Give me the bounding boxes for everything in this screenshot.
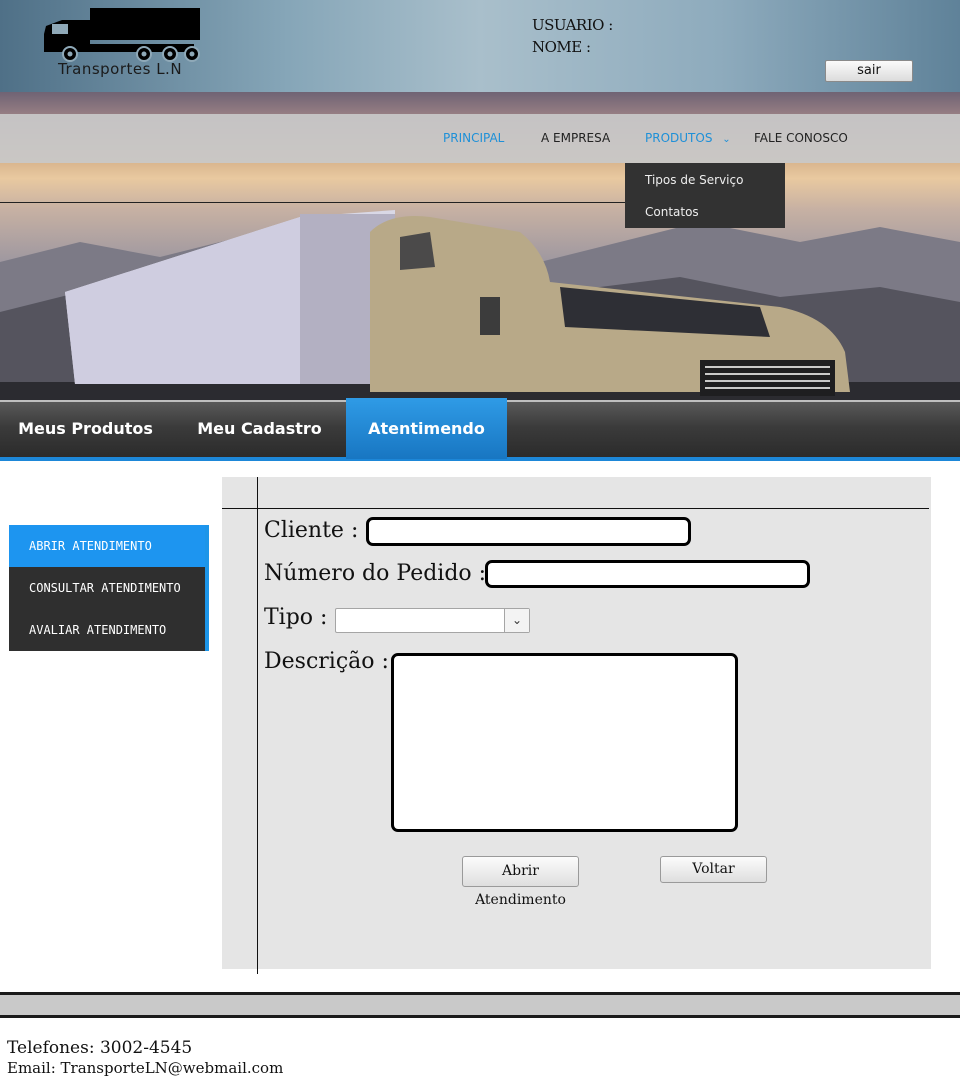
divider bbox=[257, 477, 258, 974]
tipo-label: Tipo : bbox=[264, 605, 328, 630]
tab-meus-produtos[interactable]: Meus Produtos bbox=[8, 400, 163, 457]
chevron-down-icon[interactable]: ⌄ bbox=[504, 609, 529, 632]
nav-fale-conosco[interactable]: FALE CONOSCO bbox=[754, 114, 848, 163]
cliente-input[interactable] bbox=[366, 517, 691, 546]
sidemenu-item-abrir-atendimento[interactable]: ABRIR ATENDIMENTO bbox=[9, 525, 205, 567]
dropdown-item-tipos-de-servico[interactable]: Tipos de Serviço bbox=[645, 173, 743, 187]
divider bbox=[0, 202, 625, 203]
abrir-atendimento-button[interactable]: Abrir Atendimento bbox=[462, 856, 579, 908]
tab-meu-cadastro[interactable]: Meu Cadastro bbox=[182, 400, 337, 457]
descricao-textarea[interactable] bbox=[391, 653, 738, 832]
dropdown-item-contatos[interactable]: Contatos bbox=[645, 205, 699, 219]
divider bbox=[222, 508, 929, 509]
side-menu: ABRIR ATENDIMENTO CONSULTAR ATENDIMENTO … bbox=[9, 525, 209, 651]
voltar-button[interactable]: Voltar bbox=[660, 856, 767, 883]
nav-produtos[interactable]: PRODUTOS ⌄ bbox=[645, 114, 731, 163]
name-label: NOME : bbox=[532, 38, 591, 56]
logout-button[interactable]: sair bbox=[825, 60, 913, 82]
cliente-label: Cliente : bbox=[264, 518, 359, 543]
sidemenu-item-avaliar-atendimento[interactable]: AVALIAR ATENDIMENTO bbox=[9, 609, 205, 651]
top-navigation: PRINCIPAL A EMPRESA PRODUTOS ⌄ FALE CONO… bbox=[0, 114, 960, 163]
footer-phones: Telefones: 3002-4545 bbox=[7, 1038, 193, 1058]
chevron-down-icon: ⌄ bbox=[722, 134, 731, 145]
pedido-input[interactable] bbox=[485, 560, 810, 588]
descricao-label: Descrição : bbox=[264, 649, 389, 674]
produtos-dropdown: Tipos de Serviço Contatos bbox=[625, 163, 785, 228]
user-info: USUARIO : NOME : bbox=[532, 14, 613, 58]
nav-a-empresa[interactable]: A EMPRESA bbox=[541, 114, 610, 163]
logo-text: Transportes L.N bbox=[58, 60, 183, 78]
site-header: Transportes L.N USUARIO : NOME : sair bbox=[0, 0, 960, 92]
sidemenu-item-consultar-atendimento[interactable]: CONSULTAR ATENDIMENTO bbox=[9, 567, 205, 609]
pedido-label: Número do Pedido : bbox=[264, 561, 487, 586]
footer-email: Email: TransporteLN@webmail.com bbox=[7, 1059, 284, 1077]
footer-bar bbox=[0, 992, 960, 1018]
user-label: USUARIO : bbox=[532, 16, 613, 34]
nav-principal[interactable]: PRINCIPAL bbox=[443, 114, 504, 163]
tab-atendimento[interactable]: Atentimendo bbox=[346, 398, 507, 459]
tipo-select[interactable]: ⌄ bbox=[335, 608, 530, 633]
